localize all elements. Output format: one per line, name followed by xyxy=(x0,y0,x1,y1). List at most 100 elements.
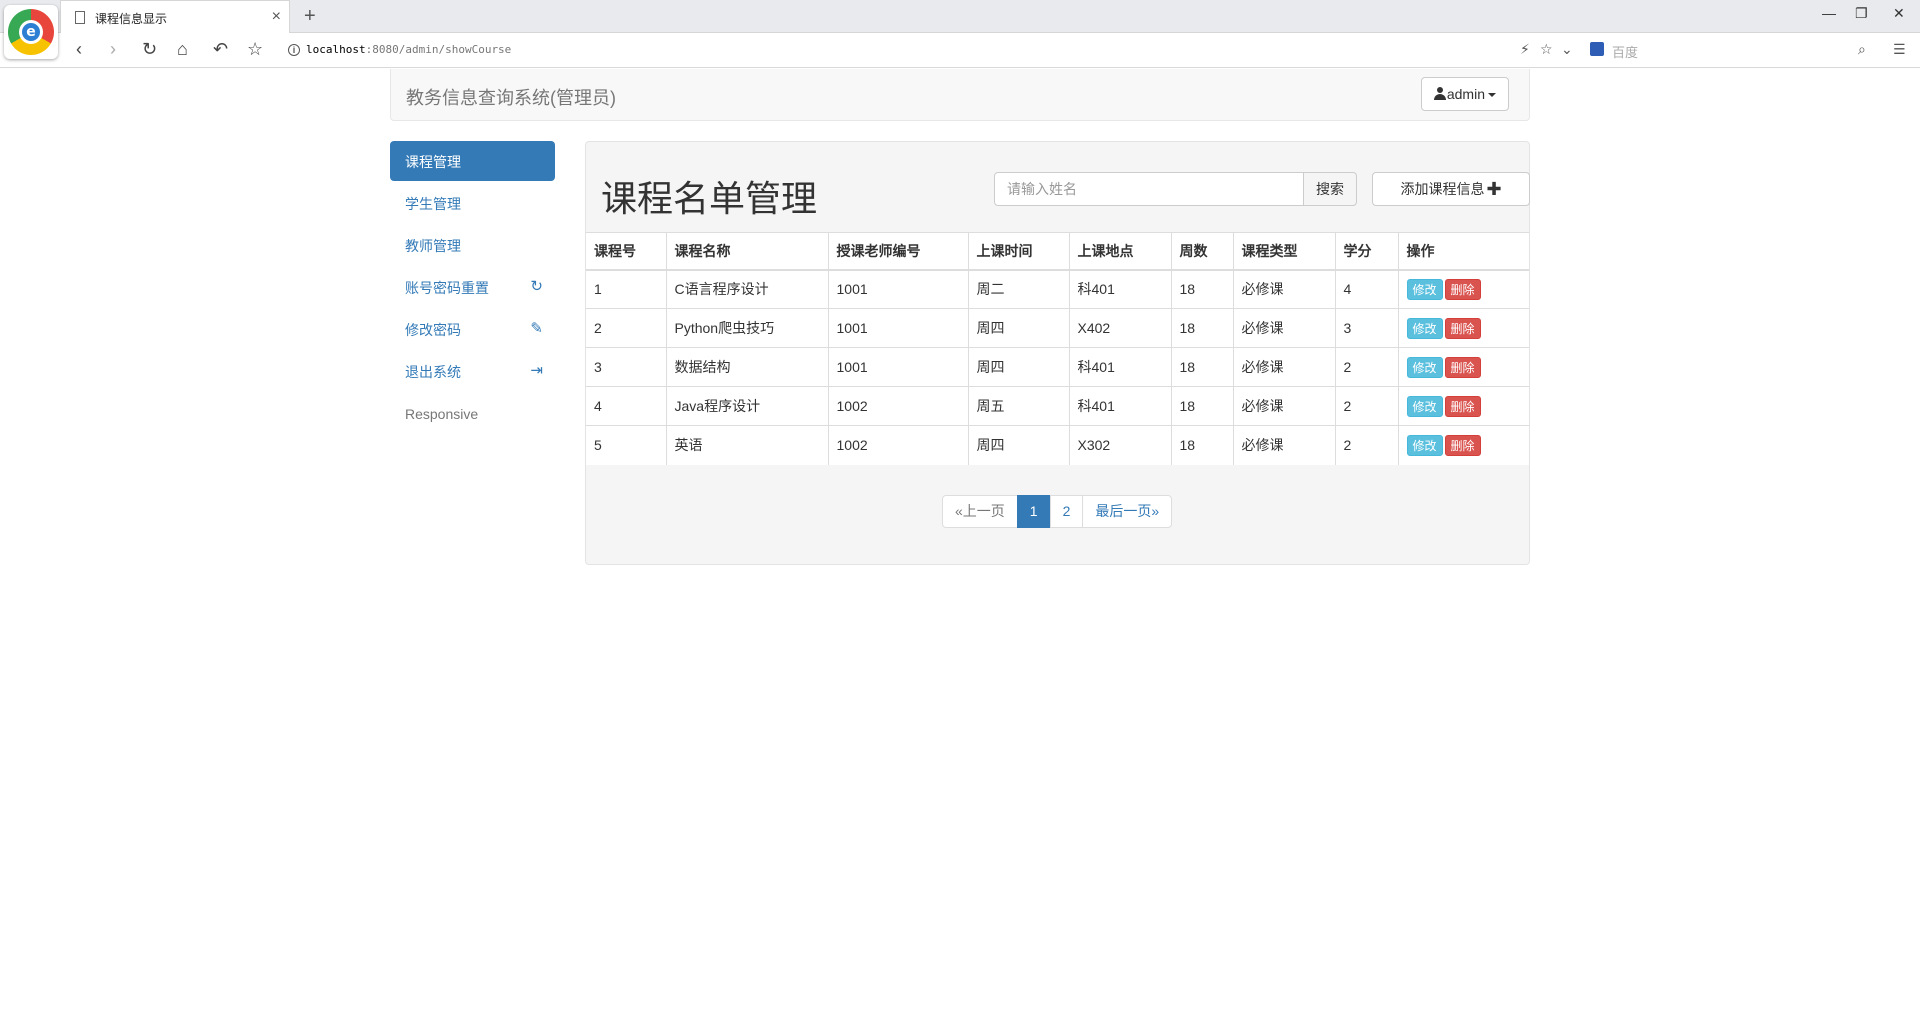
cell-class-room: 科401 xyxy=(1068,347,1171,387)
new-tab-icon[interactable]: + xyxy=(304,4,316,28)
sidebar-item-label: 学生管理 xyxy=(405,196,461,212)
page-icon xyxy=(75,11,85,24)
magnifier-icon[interactable]: ⌕ xyxy=(1858,41,1866,58)
page-title: 课程名单管理 xyxy=(601,178,818,219)
cell-teacher-id: 1002 xyxy=(827,386,968,426)
tab-title: 课程信息显示 xyxy=(95,12,168,26)
column-header: 周数 xyxy=(1170,232,1233,271)
cell-class-time: 周四 xyxy=(967,425,1069,465)
tab-close-icon[interactable]: × xyxy=(272,8,281,26)
delete-button[interactable]: 删除 xyxy=(1444,278,1481,300)
page-link-1[interactable]: 1 xyxy=(1016,495,1051,528)
chevron-down-icon[interactable]: ⌄ xyxy=(1561,41,1573,58)
favorite-star-icon[interactable]: ☆ xyxy=(1540,41,1553,58)
table-row: 1 C语言程序设计 1001 周二 科401 18 必修课 4 修改 删除 xyxy=(586,269,1529,309)
cell-course-type: 必修课 xyxy=(1232,308,1335,348)
brand-title[interactable]: 教务信息查询系统(管理员) xyxy=(406,84,616,110)
browser-tab[interactable]: 课程信息显示 × xyxy=(60,0,290,34)
sidebar-item-course-management[interactable]: 课程管理 xyxy=(390,141,555,181)
cell-course-type: 必修课 xyxy=(1232,347,1335,387)
cell-actions: 修改 删除 xyxy=(1397,425,1529,465)
delete-button[interactable]: 删除 xyxy=(1444,395,1481,417)
column-header: 上课时间 xyxy=(967,232,1069,271)
sidebar-item-label: 教师管理 xyxy=(405,238,461,254)
column-header: 操作 xyxy=(1397,232,1529,271)
cell-course-name: Python爬虫技巧 xyxy=(665,308,828,348)
minimize-icon[interactable]: — xyxy=(1822,5,1836,21)
sidebar-item-change-password[interactable]: 修改密码 ✎ xyxy=(390,312,555,346)
cell-course-type: 必修课 xyxy=(1232,269,1335,309)
cell-course-name: C语言程序设计 xyxy=(665,269,828,309)
bookmark-star-icon[interactable]: ☆ xyxy=(247,39,263,59)
edit-button[interactable]: 修改 xyxy=(1406,434,1443,456)
sidebar-item-reset-password[interactable]: 账号密码重置 ↻ xyxy=(390,270,555,304)
edit-button[interactable]: 修改 xyxy=(1406,395,1443,417)
search-button[interactable]: 搜索 xyxy=(1303,172,1357,206)
menu-icon[interactable]: ☰ xyxy=(1893,41,1906,58)
edit-button[interactable]: 修改 xyxy=(1406,356,1443,378)
cell-course-id: 3 xyxy=(586,347,666,387)
sidebar-item-label: 课程管理 xyxy=(405,154,461,170)
search-input[interactable]: 请输入姓名 xyxy=(994,172,1304,206)
browser-tab-bar: 课程信息显示 × + — ❐ ✕ xyxy=(0,0,1920,34)
url-host: localhost xyxy=(306,43,366,56)
cell-weeks: 18 xyxy=(1170,308,1233,348)
forward-icon[interactable]: › xyxy=(110,39,116,59)
edit-button[interactable]: 修改 xyxy=(1406,278,1443,300)
pencil-icon: ✎ xyxy=(530,320,543,337)
address-bar[interactable]: i localhost:8080/admin/showCourse xyxy=(284,40,1529,61)
home-icon[interactable]: ⌂ xyxy=(177,39,188,59)
sidebar-item-responsive[interactable]: Responsive xyxy=(390,396,555,430)
reload-icon[interactable]: ↻ xyxy=(142,39,157,59)
last-page-link[interactable]: 最后一页» xyxy=(1082,495,1173,528)
sidebar-item-teacher-management[interactable]: 教师管理 xyxy=(390,228,555,262)
sidebar-item-student-management[interactable]: 学生管理 xyxy=(390,186,555,220)
cell-course-name: Java程序设计 xyxy=(665,386,828,426)
table-header-row: 课程号 课程名称 授课老师编号 上课时间 上课地点 周数 课程类型 学分 操作 xyxy=(586,232,1529,271)
browser-search-input[interactable]: 百度 xyxy=(1612,42,1638,61)
cell-weeks: 18 xyxy=(1170,425,1233,465)
baidu-icon[interactable] xyxy=(1590,42,1604,56)
sidebar-item-logout[interactable]: 退出系统 ⇥ xyxy=(390,354,555,388)
table-row: 4 Java程序设计 1002 周五 科401 18 必修课 2 修改 删除 xyxy=(586,386,1529,426)
sidebar-item-label: 退出系统 xyxy=(405,364,461,380)
prev-page-link[interactable]: «上一页 xyxy=(942,495,1018,528)
user-dropdown-button[interactable]: admin xyxy=(1420,77,1509,111)
add-course-button[interactable]: 添加课程信息 ✚ xyxy=(1372,172,1530,206)
refresh-icon: ↻ xyxy=(530,278,543,295)
cell-course-id: 4 xyxy=(586,386,666,426)
sidebar-nav: 课程管理 学生管理 教师管理 账号密码重置 ↻ 修改密码 ✎ 退出系统 ⇥ Re… xyxy=(390,141,555,438)
cell-weeks: 18 xyxy=(1170,269,1233,309)
edit-button[interactable]: 修改 xyxy=(1406,317,1443,339)
page-link-2[interactable]: 2 xyxy=(1049,495,1084,528)
lightning-icon[interactable]: ⚡ xyxy=(1520,41,1530,58)
cell-teacher-id: 1001 xyxy=(827,269,968,309)
restore-icon[interactable]: ❐ xyxy=(1855,5,1868,22)
cell-actions: 修改 删除 xyxy=(1397,308,1529,348)
table-row: 5 英语 1002 周四 X302 18 必修课 2 修改 删除 xyxy=(586,425,1529,465)
back-icon[interactable]: ‹ xyxy=(76,39,82,59)
course-table: 课程号 课程名称 授课老师编号 上课时间 上课地点 周数 课程类型 学分 操作 … xyxy=(586,232,1529,465)
undo-close-icon[interactable]: ↶ xyxy=(213,39,228,59)
site-info-icon[interactable]: i xyxy=(288,44,300,56)
cell-course-name: 英语 xyxy=(665,425,828,465)
cell-credits: 2 xyxy=(1334,347,1398,387)
cell-class-time: 周五 xyxy=(967,386,1069,426)
cell-credits: 4 xyxy=(1334,269,1398,309)
cell-class-time: 周四 xyxy=(967,308,1069,348)
cell-weeks: 18 xyxy=(1170,386,1233,426)
user-icon xyxy=(1433,87,1446,100)
cell-teacher-id: 1002 xyxy=(827,425,968,465)
browser-logo-letter: e xyxy=(22,23,40,41)
column-header: 上课地点 xyxy=(1068,232,1171,271)
add-course-label: 添加课程信息 xyxy=(1400,181,1485,197)
cell-class-room: 科401 xyxy=(1068,269,1171,309)
browser-logo[interactable]: e xyxy=(4,5,58,59)
cell-credits: 2 xyxy=(1334,386,1398,426)
close-window-icon[interactable]: ✕ xyxy=(1893,5,1905,22)
delete-button[interactable]: 删除 xyxy=(1444,317,1481,339)
delete-button[interactable]: 删除 xyxy=(1444,356,1481,378)
cell-teacher-id: 1001 xyxy=(827,347,968,387)
table-row: 2 Python爬虫技巧 1001 周四 X402 18 必修课 3 修改 删除 xyxy=(586,308,1529,348)
delete-button[interactable]: 删除 xyxy=(1444,434,1481,456)
